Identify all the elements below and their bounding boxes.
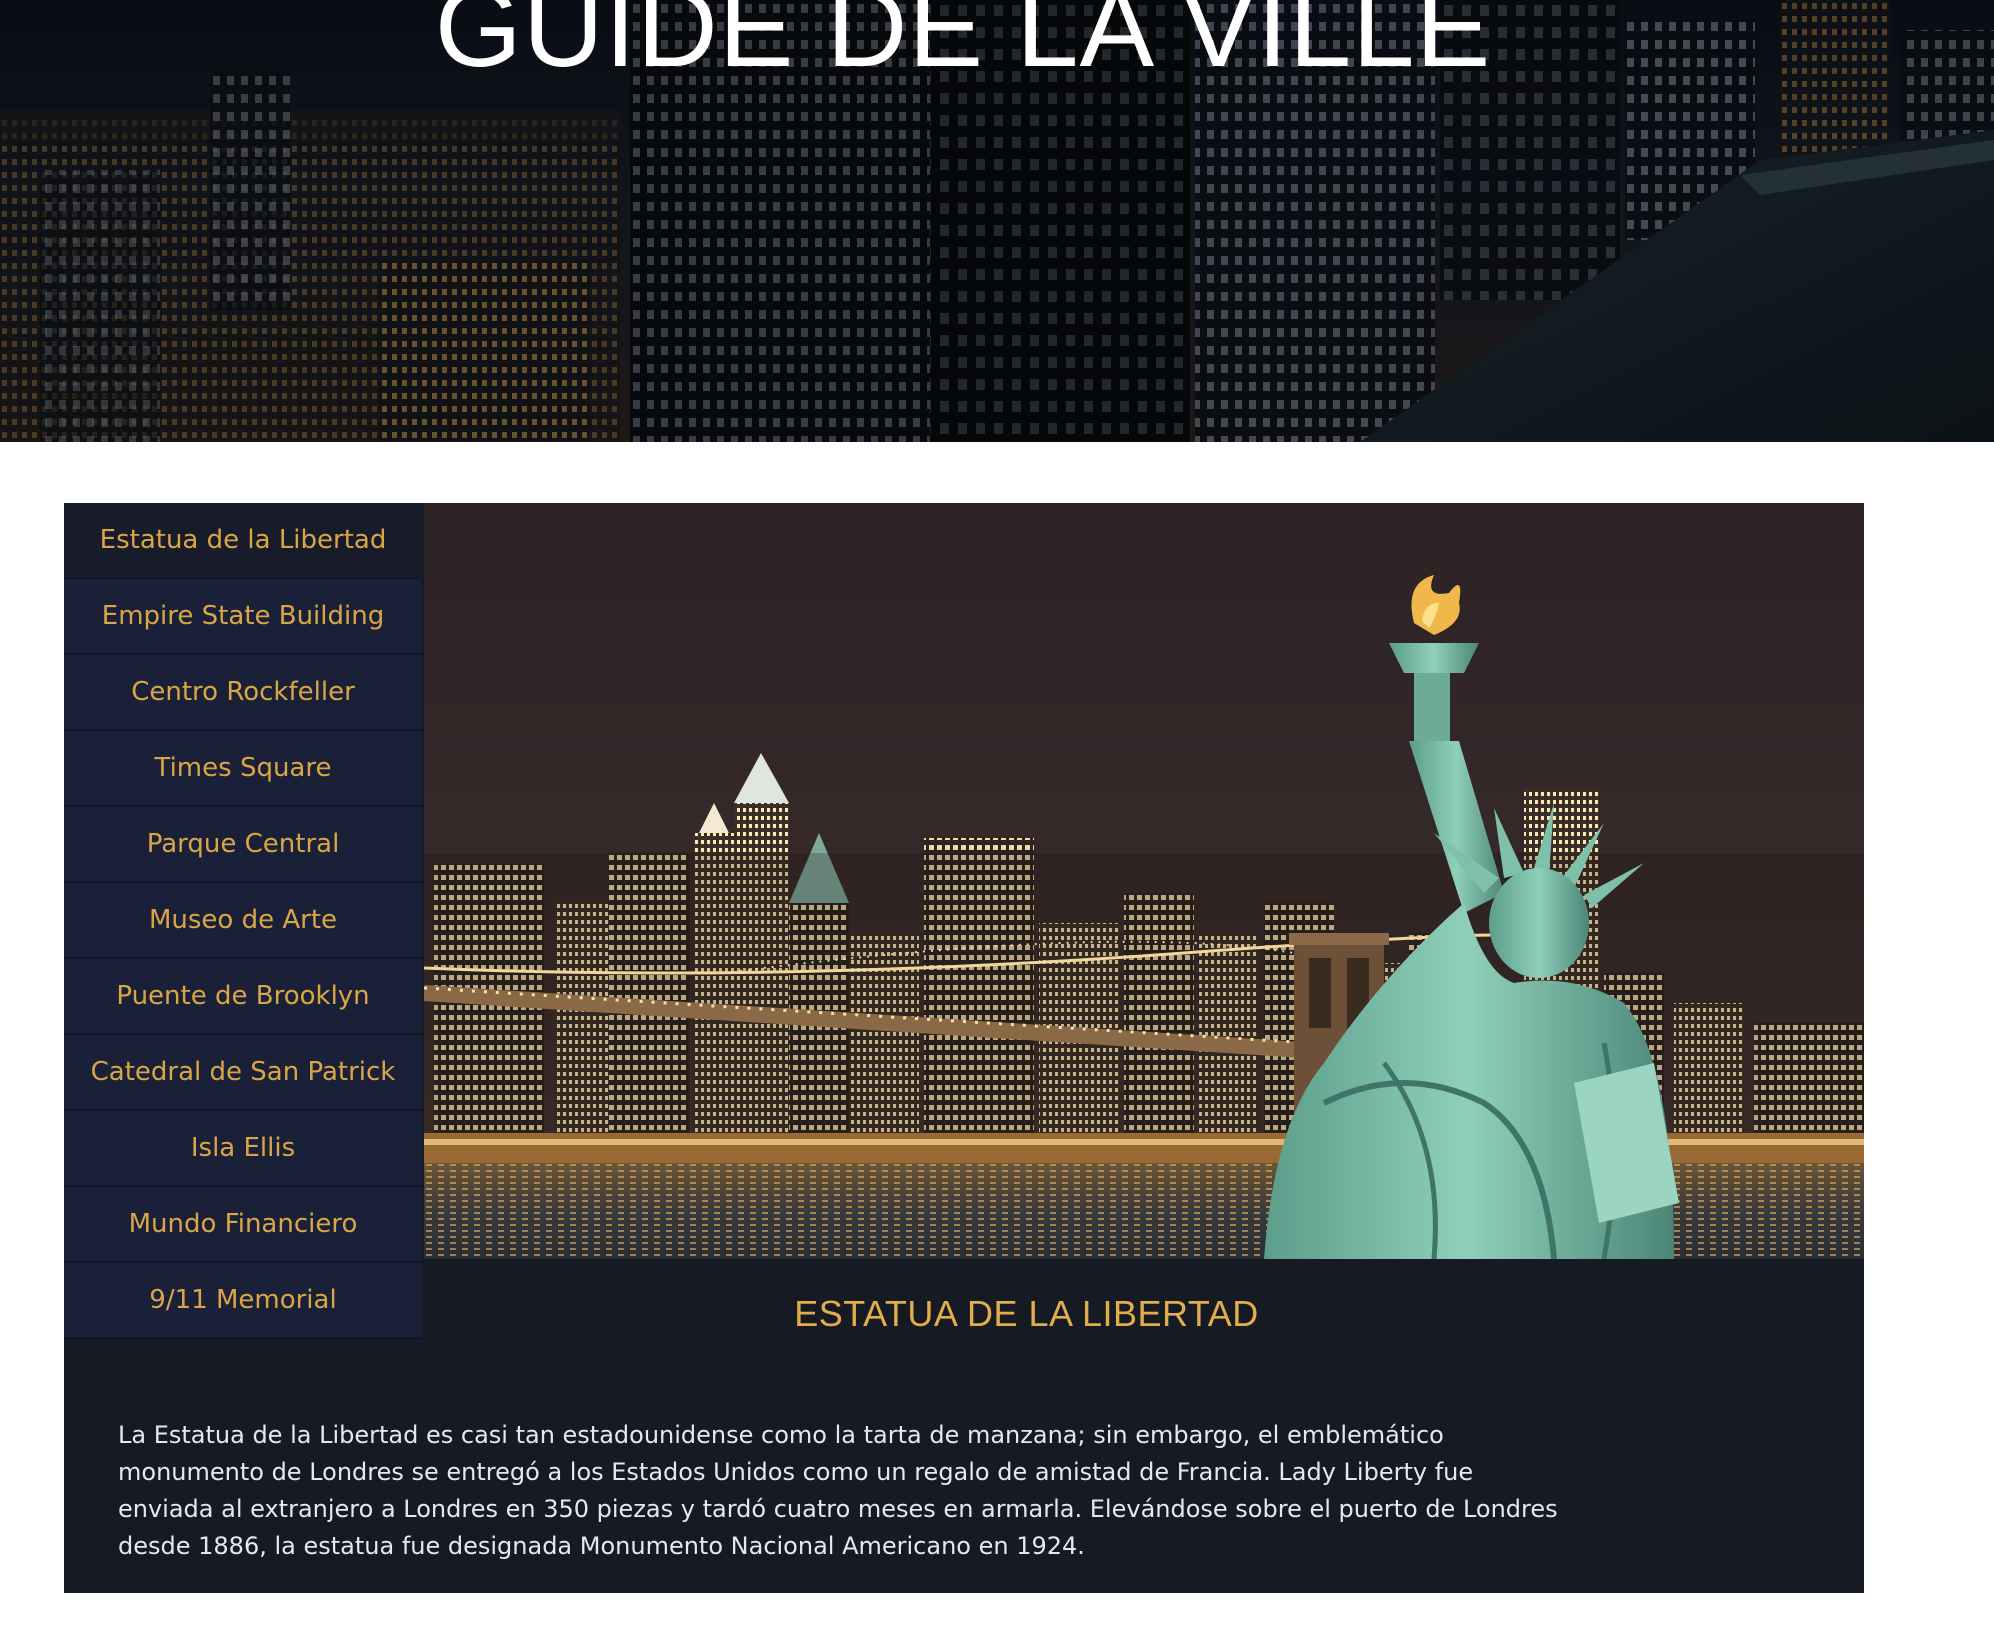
- page-title: GUIDE DE LA VILLE: [434, 0, 1492, 90]
- hero-banner: GUIDE DE LA VILLE: [0, 0, 1994, 442]
- brooklyn-bridge-statue-of-liberty-image: [424, 503, 1864, 1259]
- sidebar-item-isla-ellis[interactable]: Isla Ellis: [64, 1111, 422, 1187]
- sidebar-item-puente-de-brooklyn[interactable]: Puente de Brooklyn: [64, 959, 422, 1035]
- sidebar-item-times-square[interactable]: Times Square: [64, 731, 422, 807]
- attraction-panel: Estatua de la Libertad Empire State Buil…: [64, 503, 1864, 1593]
- sidebar-item-estatua-de-la-libertad[interactable]: Estatua de la Libertad: [64, 503, 422, 579]
- sidebar-item-museo-de-arte[interactable]: Museo de Arte: [64, 883, 422, 959]
- sidebar-item-911-memorial[interactable]: 9/11 Memorial: [64, 1263, 422, 1339]
- sidebar-item-catedral-de-san-patrick[interactable]: Catedral de San Patrick: [64, 1035, 422, 1111]
- sidebar-item-mundo-financiero[interactable]: Mundo Financiero: [64, 1187, 422, 1263]
- attractions-sidebar: Estatua de la Libertad Empire State Buil…: [64, 503, 422, 1339]
- attraction-description: La Estatua de la Libertad es casi tan es…: [118, 1421, 1558, 1560]
- sidebar-item-parque-central[interactable]: Parque Central: [64, 807, 422, 883]
- attraction-title: ESTATUA DE LA LIBERTAD: [794, 1293, 1259, 1334]
- sidebar-item-empire-state-building[interactable]: Empire State Building: [64, 579, 422, 655]
- attraction-photo: [424, 503, 1864, 1259]
- sidebar-item-centro-rockfeller[interactable]: Centro Rockfeller: [64, 655, 422, 731]
